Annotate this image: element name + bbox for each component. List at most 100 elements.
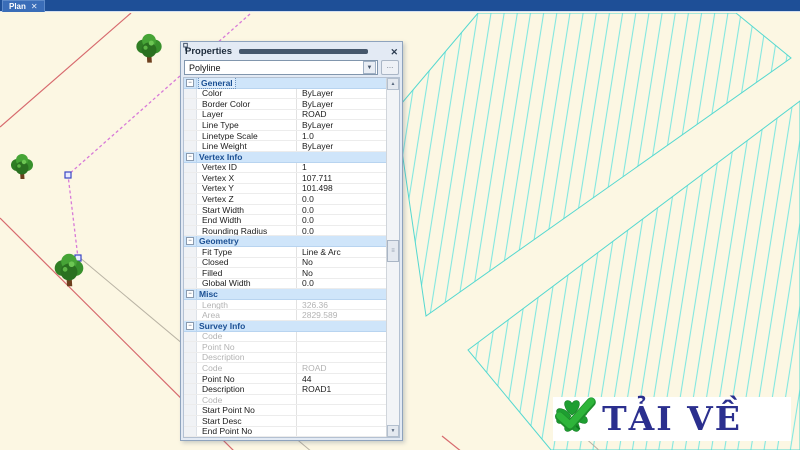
property-row[interactable]: Fit Type Line & Arc	[184, 247, 386, 258]
row-gutter	[184, 162, 197, 173]
scroll-down-icon[interactable]: ▼	[387, 425, 399, 437]
property-row[interactable]: Code	[184, 394, 386, 406]
property-row[interactable]: End Width 0.0	[184, 215, 386, 226]
section-header[interactable]: − Survey Info	[184, 321, 386, 332]
property-value[interactable]: 0.0	[297, 226, 386, 236]
property-row[interactable]: Description	[184, 352, 386, 364]
property-row[interactable]: Start Point No	[184, 405, 386, 416]
property-value[interactable]: ByLayer	[297, 99, 386, 109]
property-value[interactable]	[297, 405, 386, 415]
collapse-gutter[interactable]: −	[184, 289, 197, 299]
property-value[interactable]: 0.0	[297, 279, 386, 289]
scrollbar[interactable]: ▲ ≡ ▼	[386, 78, 399, 437]
property-name: Line Type	[197, 120, 297, 130]
property-row[interactable]: Point No	[184, 342, 386, 353]
property-value[interactable]: ByLayer	[297, 141, 386, 151]
property-row[interactable]: Line Weight ByLayer	[184, 141, 386, 152]
property-value[interactable]: 0.0	[297, 205, 386, 215]
property-row[interactable]: Code	[184, 331, 386, 343]
property-value[interactable]	[297, 342, 386, 352]
tree-sprite	[11, 33, 162, 287]
row-gutter	[184, 331, 197, 342]
object-type-select[interactable]: Polyline ▼	[184, 60, 378, 75]
property-value[interactable]: ROAD	[297, 110, 386, 120]
property-row[interactable]: Border Color ByLayer	[184, 99, 386, 110]
collapse-gutter[interactable]: −	[184, 151, 197, 162]
property-name: Rounding Radius	[197, 225, 297, 236]
collapse-gutter[interactable]: −	[184, 320, 197, 331]
property-row[interactable]: Start Desc	[184, 416, 386, 427]
collapse-icon[interactable]: −	[186, 290, 194, 299]
property-name: Area	[197, 310, 297, 320]
collapse-gutter[interactable]: −	[184, 236, 197, 246]
panel-close-icon[interactable]: ✕	[390, 47, 398, 57]
property-row[interactable]: Filled No	[184, 268, 386, 279]
pin-icon[interactable]	[183, 42, 386, 57]
tab-plan-label: Plan	[9, 1, 26, 11]
property-row[interactable]: Color ByLayer	[184, 88, 386, 100]
panel-grip-handle[interactable]	[239, 49, 369, 54]
property-value[interactable]: ROAD1	[297, 384, 386, 394]
property-row[interactable]: Layer ROAD	[184, 109, 386, 121]
property-row[interactable]: Length 326.36	[184, 299, 386, 311]
tab-close-icon[interactable]: ✕	[31, 2, 38, 12]
tab-plan[interactable]: Plan ✕	[2, 0, 45, 12]
property-row[interactable]: Area 2829.589	[184, 310, 386, 321]
property-row[interactable]: Linetype Scale 1.0	[184, 130, 386, 142]
row-gutter	[184, 384, 197, 394]
row-gutter	[184, 247, 197, 257]
property-row[interactable]: Vertex X 107.711	[184, 173, 386, 184]
property-row[interactable]: Code ROAD	[184, 363, 386, 374]
scroll-up-icon[interactable]: ▲	[387, 78, 399, 90]
property-name: Length	[197, 299, 297, 310]
property-value[interactable]: No	[297, 268, 386, 278]
property-value[interactable]: 0.0	[297, 194, 386, 204]
collapse-icon[interactable]: −	[186, 78, 194, 87]
property-row[interactable]: Vertex ID 1	[184, 162, 386, 174]
property-value[interactable]: No	[297, 258, 386, 268]
section-header[interactable]: − Geometry	[184, 236, 386, 247]
property-row[interactable]: Vertex Y 101.498	[184, 183, 386, 195]
property-row[interactable]: Closed No	[184, 257, 386, 269]
property-row[interactable]: Start Width 0.0	[184, 204, 386, 216]
collapse-icon[interactable]: −	[186, 321, 194, 330]
row-gutter	[184, 342, 197, 352]
property-value[interactable]	[297, 353, 386, 363]
property-value[interactable]: 326.36	[297, 300, 386, 310]
property-value[interactable]: Line & Arc	[297, 247, 386, 257]
property-value[interactable]: 1.0	[297, 131, 386, 141]
property-value[interactable]: 2829.589	[297, 310, 386, 320]
scrollbar-thumb[interactable]: ≡	[387, 239, 399, 262]
collapse-icon[interactable]: −	[186, 237, 194, 246]
section-header[interactable]: − General	[184, 78, 386, 89]
property-name: Vertex Y	[197, 183, 297, 194]
property-value[interactable]	[297, 416, 386, 426]
collapse-gutter[interactable]: −	[184, 78, 197, 88]
property-row[interactable]: Rounding Radius 0.0	[184, 225, 386, 237]
property-row[interactable]: Global Width 0.0	[184, 278, 386, 290]
property-value[interactable]	[297, 395, 386, 405]
property-row[interactable]: Description ROAD1	[184, 384, 386, 395]
property-row[interactable]: Point No 44	[184, 373, 386, 385]
property-row[interactable]: Line Type ByLayer	[184, 120, 386, 131]
property-value[interactable]: 101.498	[297, 184, 386, 194]
property-value[interactable]: 44	[297, 374, 386, 384]
property-value[interactable]	[297, 427, 386, 437]
property-value[interactable]: ByLayer	[297, 89, 386, 99]
property-value[interactable]: ByLayer	[297, 120, 386, 130]
property-value[interactable]: ROAD	[297, 363, 386, 373]
collapse-icon[interactable]: −	[186, 152, 194, 161]
section-header[interactable]: − Misc	[184, 289, 386, 300]
property-value[interactable]: 107.711	[297, 173, 386, 183]
download-banner[interactable]: TẢI VỀ	[553, 397, 791, 441]
more-options-button[interactable]: ...	[381, 60, 399, 75]
property-value[interactable]: 1	[297, 163, 386, 173]
drawing-canvas[interactable]: Properties ✕ Polyline ▼ ... − General Colo…	[0, 13, 800, 450]
chevron-down-icon[interactable]: ▼	[363, 61, 376, 74]
section-header[interactable]: − Vertex Info	[184, 152, 386, 163]
property-value[interactable]: 0.0	[297, 215, 386, 225]
properties-panel-titlebar[interactable]: Properties ✕	[183, 42, 400, 59]
property-value[interactable]	[297, 332, 386, 342]
property-row[interactable]: Vertex Z 0.0	[184, 194, 386, 205]
property-row[interactable]: End Point No	[184, 426, 386, 437]
